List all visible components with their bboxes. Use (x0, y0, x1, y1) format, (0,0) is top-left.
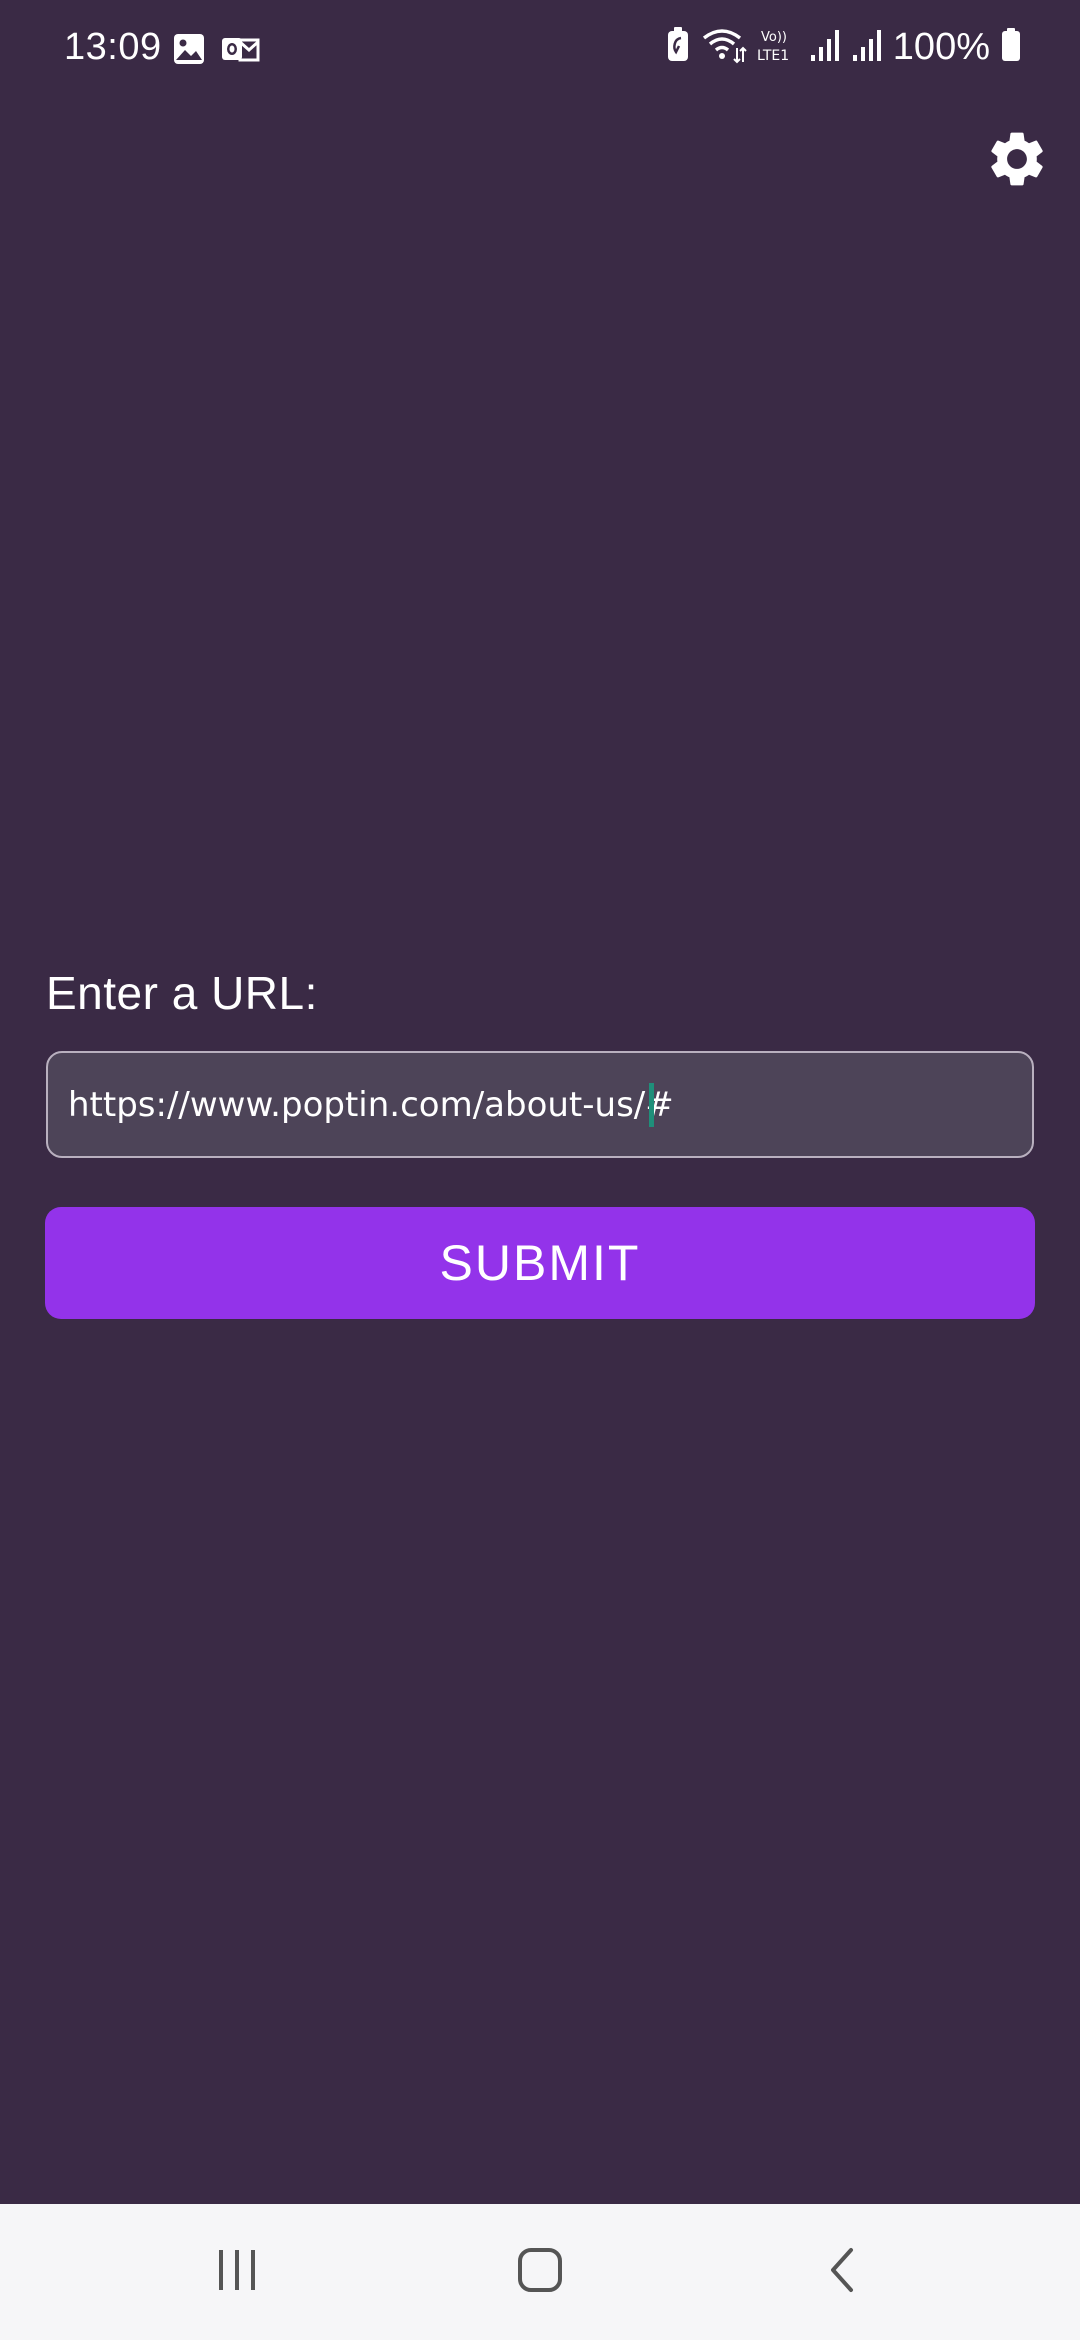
recent-apps-button[interactable] (192, 2236, 282, 2308)
home-icon (516, 2246, 564, 2299)
battery-saver-icon (665, 26, 691, 69)
outlook-icon (220, 32, 260, 71)
battery-percent: 100% (892, 26, 990, 68)
text-cursor (649, 1083, 654, 1127)
recent-apps-icon (213, 2246, 261, 2299)
back-icon (819, 2246, 867, 2299)
back-button[interactable] (798, 2236, 888, 2308)
status-right-icons: Vo)) LTE1 100% (665, 26, 1022, 69)
navigation-bar (0, 2204, 1080, 2340)
url-input[interactable] (46, 1051, 1034, 1158)
battery-icon (1000, 27, 1022, 68)
signal-2-icon (851, 27, 883, 68)
image-icon (172, 32, 206, 71)
svg-text:LTE1: LTE1 (757, 48, 789, 64)
submit-button[interactable]: SUBMIT (45, 1207, 1035, 1319)
status-time: 13:09 (64, 26, 162, 68)
settings-button[interactable] (982, 126, 1052, 196)
status-left-icons (172, 32, 260, 71)
svg-text:Vo)): Vo)) (761, 30, 787, 45)
signal-1-icon (809, 27, 841, 68)
volte-lte-icon: Vo)) LTE1 (757, 26, 799, 69)
wifi-icon (701, 26, 747, 69)
status-bar: 13:09 Vo)) LTE1 100% (0, 0, 1080, 100)
url-label: Enter a URL: (46, 967, 318, 1019)
home-button[interactable] (495, 2236, 585, 2308)
gear-icon (984, 126, 1050, 197)
